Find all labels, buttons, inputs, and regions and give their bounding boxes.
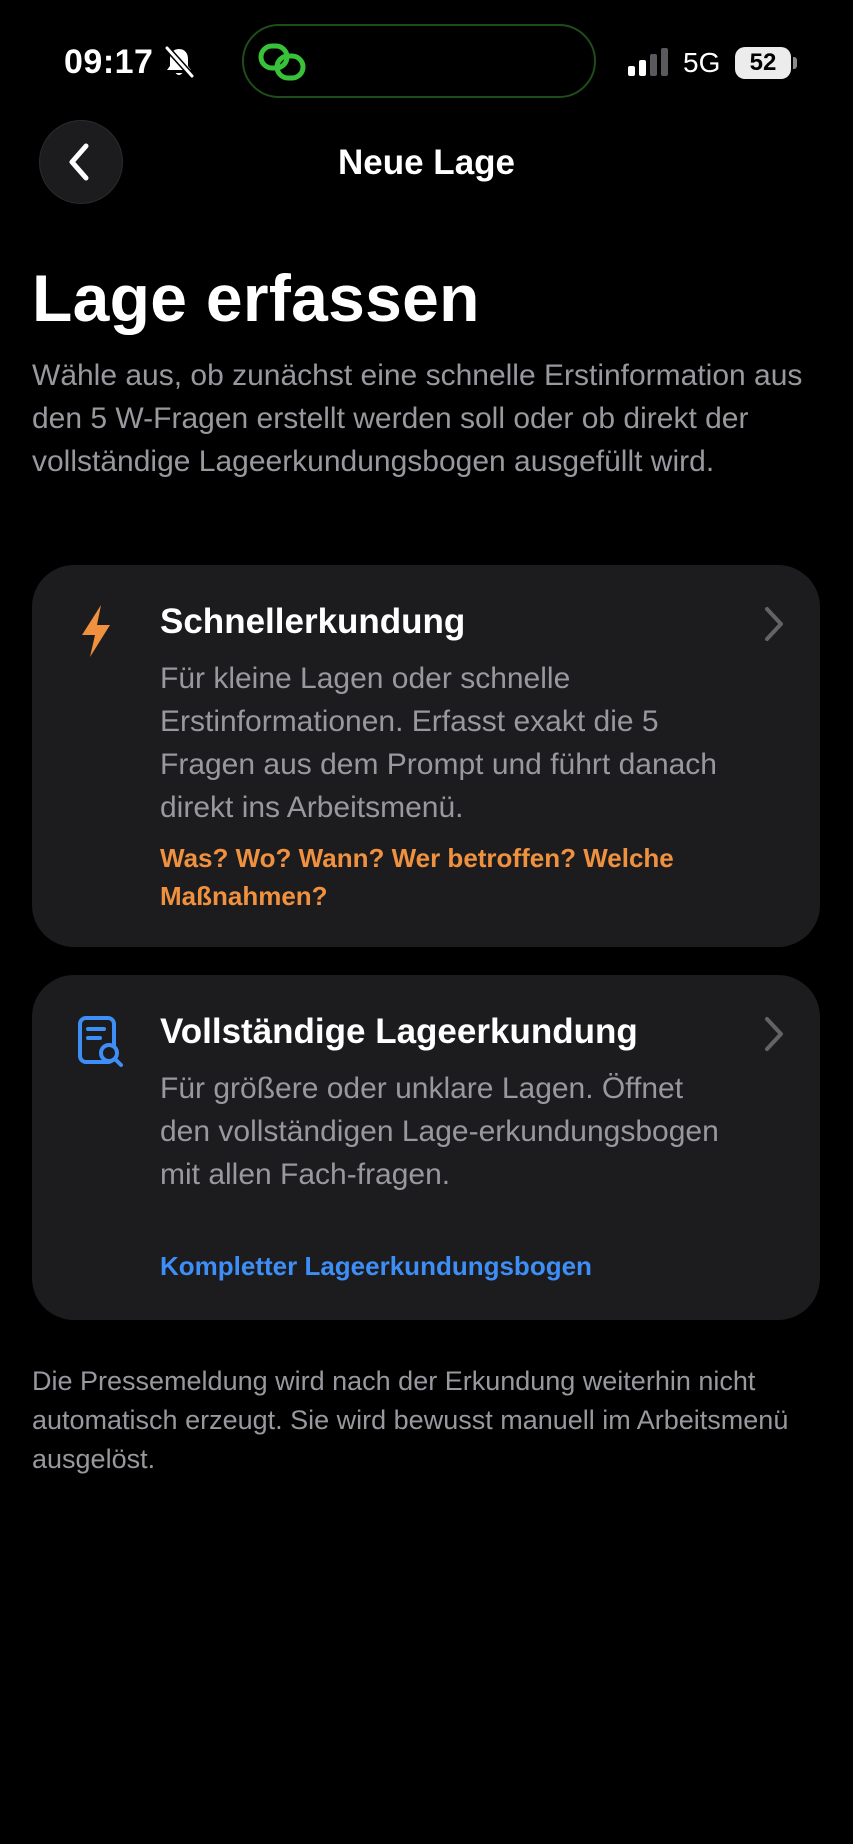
link-icon [258,43,306,81]
footer-note: Die Pressemeldung wird nach der Erkundun… [32,1366,789,1474]
status-bar: 09:17 5G 52 [0,0,853,120]
chevron-right-icon [765,607,783,641]
card-title: Schnellerkundung [160,602,466,641]
bell-muted-icon [164,45,195,79]
battery-level: 52 [749,49,777,76]
network-type-label: 5G [683,47,721,78]
page-title: Lage erfassen [32,261,480,335]
card-title: Vollständige Lageerkundung [160,1012,638,1051]
battery-icon: 52 [735,47,791,79]
chevron-right-icon [765,1017,783,1051]
document-search-icon [78,1016,123,1067]
page-subtitle: Wähle aus, ob zunächst eine schnelle Ers… [32,359,803,478]
card-hint: Kompletter Lageerkundungsbogen [160,1251,592,1281]
quick-assessment-card[interactable]: Schnellerkundung Für kleine Lagen oder s… [32,565,820,947]
full-assessment-card[interactable]: Vollständige Lageerkundung Für größere o… [32,975,820,1320]
card-description: Für größere oder unklare Lagen. Öffnet d… [160,1072,719,1191]
nav-title: Neue Lage [338,143,515,182]
cellular-signal-icon [628,48,668,76]
lightning-bolt-icon [82,605,110,657]
card-hint: Was? Wo? Wann? Wer betroffen? Welche Maß… [160,843,674,911]
status-time: 09:17 [64,43,154,81]
card-description: Für kleine Lagen oder schnelle Erstinfor… [160,662,717,824]
battery-tip [793,57,797,69]
